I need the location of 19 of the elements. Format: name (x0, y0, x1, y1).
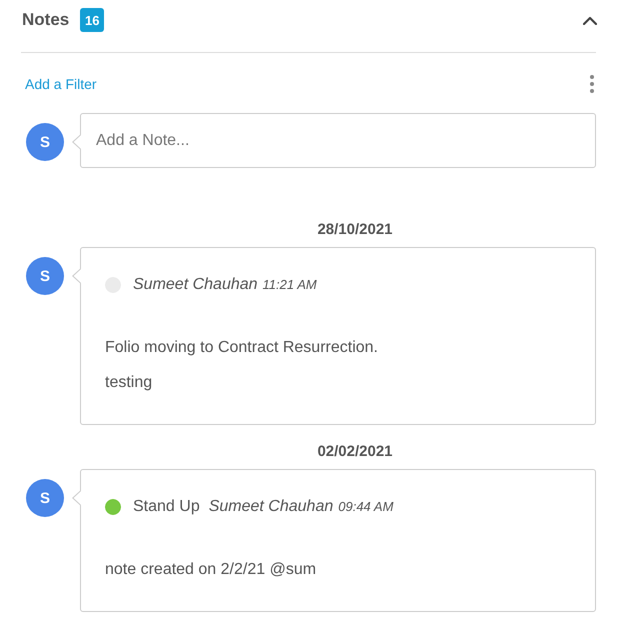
note-text: note created on 2/2/21 @sum (105, 560, 318, 580)
note-time: 11:21 AM (262, 276, 317, 294)
user-avatar: S (26, 257, 64, 295)
count-badge: 16 (80, 8, 104, 32)
add-filter-link[interactable]: Add a Filter (25, 76, 97, 92)
panel-title: Notes (22, 10, 70, 30)
user-avatar: S (26, 479, 64, 517)
note-time: 09:44 AM (338, 498, 394, 516)
chevron-up-icon[interactable] (583, 16, 597, 24)
date-heading: 02/02/2021 (317, 442, 393, 462)
author-name: Sumeet Chauhan (133, 275, 258, 295)
category-label: Stand Up (133, 497, 200, 517)
note-input[interactable]: Add a Note... (80, 113, 596, 168)
note-text: testing (105, 373, 154, 393)
date-heading: 28/10/2021 (317, 220, 393, 240)
more-options-icon[interactable] (590, 75, 594, 93)
user-avatar: S (26, 123, 64, 161)
note-text: Folio moving to Contract Resurrection. (105, 338, 379, 358)
author-name: Sumeet Chauhan (208, 497, 334, 517)
